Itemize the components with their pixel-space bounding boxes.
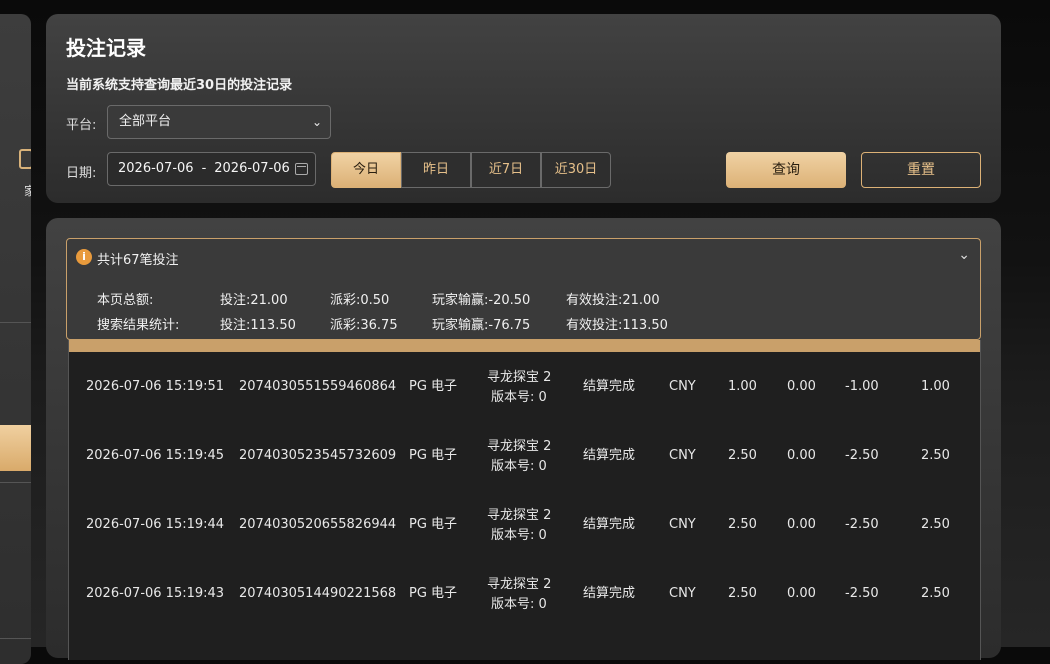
date-from: 2026-07-06 xyxy=(118,161,194,176)
cell-game: 寻龙探宝 2 xyxy=(487,439,552,454)
search-total-payout: 派彩:36.75 xyxy=(330,318,398,333)
cell-status: 结算完成 xyxy=(583,448,636,463)
side-active-item[interactable] xyxy=(0,425,31,471)
cell-valid: 2.50 xyxy=(921,448,950,463)
cell-game: 寻龙探宝 2 xyxy=(487,508,552,523)
range-7days-button[interactable]: 近7日 xyxy=(471,152,541,188)
range-today-button[interactable]: 今日 xyxy=(331,152,401,188)
table-row[interactable]: 2026-07-06 15:19:45 2074030523545732609 … xyxy=(69,421,980,490)
cell-status: 结算完成 xyxy=(583,379,636,394)
platform-select-value: 全部平台 xyxy=(119,114,172,129)
wallet-icon xyxy=(19,149,31,169)
summary-box: i 共计67笔投注 ⌄ 本页总额: 投注:21.00 派彩:0.50 玩家输赢:… xyxy=(66,238,981,340)
date-label: 日期: xyxy=(66,166,97,181)
date-to: 2026-07-06 xyxy=(214,161,290,176)
cell-payout: 0.00 xyxy=(787,517,816,532)
side-panel: 家 xyxy=(0,14,31,664)
cell-platform: PG 电子 xyxy=(409,379,458,394)
cell-payout: 0.00 xyxy=(787,586,816,601)
query-button[interactable]: 查询 xyxy=(726,152,846,188)
date-range-input[interactable]: 2026-07-06-2026-07-06 xyxy=(107,152,316,186)
cell-platform: PG 电子 xyxy=(409,517,458,532)
info-icon: i xyxy=(76,249,92,265)
platform-label: 平台: xyxy=(66,118,97,133)
cell-winloss: -2.50 xyxy=(845,448,879,463)
results-panel: i 共计67笔投注 ⌄ 本页总额: 投注:21.00 派彩:0.50 玩家输赢:… xyxy=(46,218,1001,660)
cell-valid: 1.00 xyxy=(921,379,950,394)
cell-winloss: -2.50 xyxy=(845,586,879,601)
chevron-down-icon: ⌄ xyxy=(311,115,322,129)
table-row[interactable]: 2026-07-06 15:19:51 2074030551559460864 … xyxy=(69,352,980,421)
bet-table: 2026-07-06 15:19:51 2074030551559460864 … xyxy=(68,340,981,660)
search-total-label: 搜索结果统计: xyxy=(97,318,180,333)
cell-bet: 2.50 xyxy=(728,448,757,463)
cell-time: 2026-07-06 15:19:45 xyxy=(86,448,225,463)
platform-select[interactable]: 全部平台 ⌄ xyxy=(107,105,331,139)
cell-currency: CNY xyxy=(669,517,696,532)
cell-platform: PG 电子 xyxy=(409,586,458,601)
page-total-payout: 派彩:0.50 xyxy=(330,293,390,308)
side-divider xyxy=(0,638,31,639)
cell-currency: CNY xyxy=(669,586,696,601)
filter-panel: 投注记录 当前系统支持查询最近30日的投注记录 平台: 全部平台 ⌄ 日期: 2… xyxy=(46,14,1001,203)
page-total-valid: 有效投注:21.00 xyxy=(566,293,660,308)
chevron-down-icon[interactable]: ⌄ xyxy=(958,247,970,263)
cell-status: 结算完成 xyxy=(583,517,636,532)
table-row[interactable]: 2026-07-06 15:19:43 2074030514490221568 … xyxy=(69,559,980,628)
cell-currency: CNY xyxy=(669,379,696,394)
range-yesterday-button[interactable]: 昨日 xyxy=(401,152,471,188)
cell-version: 版本号: 0 xyxy=(491,459,547,474)
reset-button[interactable]: 重置 xyxy=(861,152,981,188)
search-total-valid: 有效投注:113.50 xyxy=(566,318,668,333)
bet-count: 共计67笔投注 xyxy=(97,253,179,268)
cell-winloss: -1.00 xyxy=(845,379,879,394)
search-total-bet: 投注:113.50 xyxy=(220,318,296,333)
cell-valid: 2.50 xyxy=(921,517,950,532)
cell-order: 2074030523545732609 xyxy=(239,448,397,463)
cell-valid: 2.50 xyxy=(921,586,950,601)
cell-bet: 2.50 xyxy=(728,517,757,532)
cell-time: 2026-07-06 15:19:51 xyxy=(86,379,225,394)
page-title: 投注记录 xyxy=(66,36,146,60)
range-30days-button[interactable]: 近30日 xyxy=(541,152,611,188)
cell-order: 2074030514490221568 xyxy=(239,586,397,601)
calendar-icon[interactable] xyxy=(295,163,308,175)
cell-time: 2026-07-06 15:19:44 xyxy=(86,517,225,532)
cell-currency: CNY xyxy=(669,448,696,463)
cell-bet: 2.50 xyxy=(728,586,757,601)
cell-payout: 0.00 xyxy=(787,379,816,394)
page-total-bet: 投注:21.00 xyxy=(220,293,288,308)
cell-winloss: -2.50 xyxy=(845,517,879,532)
cell-status: 结算完成 xyxy=(583,586,636,601)
cell-order: 2074030551559460864 xyxy=(239,379,397,394)
cell-bet: 1.00 xyxy=(728,379,757,394)
cell-payout: 0.00 xyxy=(787,448,816,463)
cell-time: 2026-07-06 15:19:43 xyxy=(86,586,225,601)
side-divider xyxy=(0,482,31,483)
table-header-bar xyxy=(69,340,980,352)
cell-game: 寻龙探宝 2 xyxy=(487,370,552,385)
cell-version: 版本号: 0 xyxy=(491,528,547,543)
page-total-label: 本页总额: xyxy=(97,293,154,308)
page-subtitle: 当前系统支持查询最近30日的投注记录 xyxy=(66,78,293,93)
date-separator: - xyxy=(201,161,207,176)
cell-platform: PG 电子 xyxy=(409,448,458,463)
side-divider xyxy=(0,322,31,323)
cell-version: 版本号: 0 xyxy=(491,390,547,405)
cell-version: 版本号: 0 xyxy=(491,597,547,612)
table-row[interactable]: 2026-07-06 15:19:44 2074030520655826944 … xyxy=(69,490,980,559)
cell-game: 寻龙探宝 2 xyxy=(487,577,552,592)
page-total-winloss: 玩家输赢:-20.50 xyxy=(432,293,531,308)
cell-order: 2074030520655826944 xyxy=(239,517,397,532)
side-panel-label: 家 xyxy=(24,184,31,198)
search-total-winloss: 玩家输赢:-76.75 xyxy=(432,318,531,333)
